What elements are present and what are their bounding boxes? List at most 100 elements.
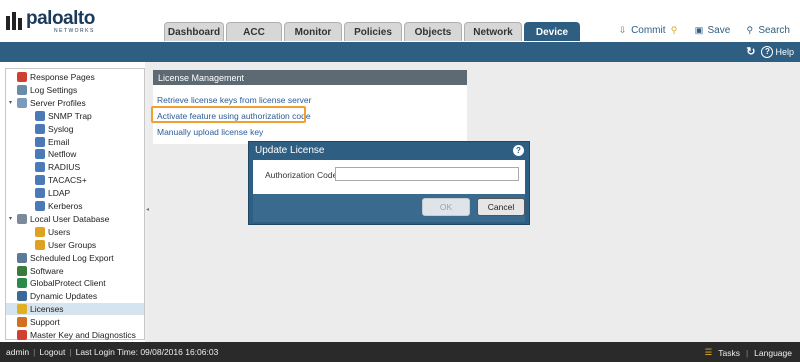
tab-acc[interactable]: ACC — [226, 22, 282, 41]
sidebar-item-user-groups[interactable]: User Groups — [6, 239, 144, 251]
update-icon — [17, 291, 27, 302]
sidebar-item-local-user-database[interactable]: ▾ Local User Database — [6, 213, 144, 225]
tab-network[interactable]: Network — [464, 22, 522, 41]
panel-title: License Management — [153, 70, 467, 85]
logo-subtitle: NETWORKS — [53, 27, 95, 34]
sidebar-item-label: Response Pages — [30, 72, 95, 82]
header: paloalto NETWORKS Dashboard ACC Monitor … — [0, 0, 800, 42]
dialog-help-icon[interactable]: ? — [513, 145, 524, 156]
help-label: Help — [775, 46, 794, 57]
save-label: Save — [707, 25, 731, 36]
cancel-button[interactable]: Cancel — [477, 198, 525, 216]
expand-toggle-icon[interactable]: ▾ — [9, 215, 17, 222]
footer-username: admin — [6, 347, 30, 357]
logo-name: paloalto — [26, 7, 95, 29]
server-profiles-icon — [17, 97, 27, 108]
paloalto-logo: paloalto NETWORKS — [6, 8, 95, 34]
footer-separator: | — [69, 347, 72, 357]
sidebar-item-support[interactable]: Support — [6, 316, 144, 328]
device-tree: Response Pages Log Settings ▾ Server Profil… — [5, 68, 145, 340]
help-icon: ? — [761, 45, 774, 58]
sidebar-item-users[interactable]: Users — [6, 226, 144, 238]
commit-label: Commit — [631, 25, 666, 36]
sidebar-item-master-key-and-diagnostics[interactable]: Master Key and Diagnostics — [6, 329, 144, 341]
sidebar-item-netflow[interactable]: Netflow — [6, 148, 144, 160]
authorization-code-input[interactable] — [335, 167, 519, 181]
toolbar: ↻ ? Help — [0, 42, 800, 62]
save-icon: ▣ — [694, 25, 704, 35]
sidebar-item-label: User Groups — [48, 239, 97, 250]
software-icon — [17, 265, 27, 276]
dialog-title: Update License — [255, 145, 325, 156]
sidebar-item-ldap[interactable]: LDAP — [6, 187, 144, 199]
sidebar-item-email[interactable]: Email — [6, 136, 144, 148]
search-button[interactable]: ⚲ Search — [744, 25, 790, 36]
tab-policies[interactable]: Policies — [344, 22, 402, 41]
footer-separator: | — [745, 347, 749, 358]
profile-icon — [35, 162, 45, 173]
tab-monitor[interactable]: Monitor — [284, 22, 342, 41]
commit-icon: ⇩ — [618, 25, 627, 35]
logout-link[interactable]: Logout — [39, 347, 65, 357]
sidebar-item-label: SNMP Trap — [48, 110, 92, 121]
user-icon — [35, 226, 45, 237]
globe-icon — [17, 278, 27, 289]
lock-icon[interactable]: ⚲ — [669, 25, 680, 36]
sidebar-item-label: Master Key and Diagnostics — [30, 330, 136, 340]
page-icon — [17, 72, 27, 82]
retrieve-license-link[interactable]: Retrieve license keys from license serve… — [157, 95, 311, 105]
profile-icon — [35, 123, 45, 134]
header-actions: ⇩ Commit ⚲ ▣ Save ⚲ Search — [617, 25, 790, 36]
sidebar-item-response-pages[interactable]: Response Pages — [6, 71, 144, 83]
profile-icon — [35, 136, 45, 147]
log-icon — [17, 84, 27, 95]
save-button[interactable]: ▣ Save — [694, 25, 731, 36]
sidebar-item-log-settings[interactable]: Log Settings — [6, 84, 144, 96]
sidebar-item-software[interactable]: Software — [6, 265, 144, 277]
sidebar-item-label: Support — [30, 317, 60, 328]
tab-dashboard[interactable]: Dashboard — [164, 22, 224, 41]
last-login-time: Last Login Time: 09/08/2016 16:06:03 — [75, 347, 219, 357]
sidebar-item-label: Dynamic Updates — [30, 291, 98, 302]
ok-button[interactable]: OK — [422, 198, 470, 216]
sidebar-item-syslog[interactable]: Syslog — [6, 123, 144, 135]
main-tabs: Dashboard ACC Monitor Policies Objects N… — [164, 22, 580, 41]
tasks-link[interactable]: Tasks — [718, 348, 740, 358]
commit-button[interactable]: ⇩ Commit ⚲ — [617, 25, 679, 36]
sidebar-item-globalprotect-client[interactable]: GlobalProtect Client — [6, 277, 144, 289]
tab-objects[interactable]: Objects — [404, 22, 462, 41]
language-link[interactable]: Language — [754, 348, 792, 358]
sidebar-item-radius[interactable]: RADIUS — [6, 161, 144, 173]
profile-icon — [35, 175, 45, 186]
profile-icon — [35, 110, 45, 121]
help-button[interactable]: ? Help — [761, 45, 794, 58]
update-license-dialog: Update License ? Authorization Code OK C… — [248, 141, 530, 225]
sidebar-item-label: RADIUS — [48, 162, 81, 173]
database-icon — [17, 213, 27, 224]
sidebar-item-label: Netflow — [48, 149, 77, 160]
sidebar-item-dynamic-updates[interactable]: Dynamic Updates — [6, 290, 144, 302]
sidebar-item-label: Log Settings — [30, 84, 78, 95]
expand-toggle-icon[interactable]: ▾ — [9, 99, 17, 106]
tab-device[interactable]: Device — [524, 22, 580, 41]
refresh-icon[interactable]: ↻ — [746, 45, 755, 58]
upload-license-link[interactable]: Manually upload license key — [157, 127, 263, 137]
sidebar-item-licenses[interactable]: Licenses — [6, 303, 144, 316]
sidebar-item-label: LDAP — [48, 188, 71, 199]
sidebar-item-label: Local User Database — [30, 213, 110, 224]
footer-separator: | — [33, 347, 36, 357]
sidebar-item-label: Email — [48, 136, 70, 147]
sidebar-item-tacacs[interactable]: TACACS+ — [6, 174, 144, 186]
sidebar-item-label: Syslog — [48, 123, 74, 134]
status-bar: admin | Logout | Last Login Time: 09/08/… — [0, 342, 800, 362]
sidebar-item-label: GlobalProtect Client — [30, 278, 106, 289]
authorization-code-label: Authorization Code — [265, 170, 338, 180]
sidebar-item-server-profiles[interactable]: ▾ Server Profiles — [6, 97, 144, 109]
master-key-icon — [17, 330, 27, 340]
sidebar-item-label: Server Profiles — [30, 97, 86, 108]
tasks-icon: ☰ — [704, 347, 713, 357]
search-icon: ⚲ — [746, 25, 754, 35]
sidebar-item-snmp-trap[interactable]: SNMP Trap — [6, 110, 144, 122]
sidebar-item-scheduled-log-export[interactable]: Scheduled Log Export — [6, 252, 144, 264]
sidebar-item-kerberos[interactable]: Kerberos — [6, 200, 144, 212]
